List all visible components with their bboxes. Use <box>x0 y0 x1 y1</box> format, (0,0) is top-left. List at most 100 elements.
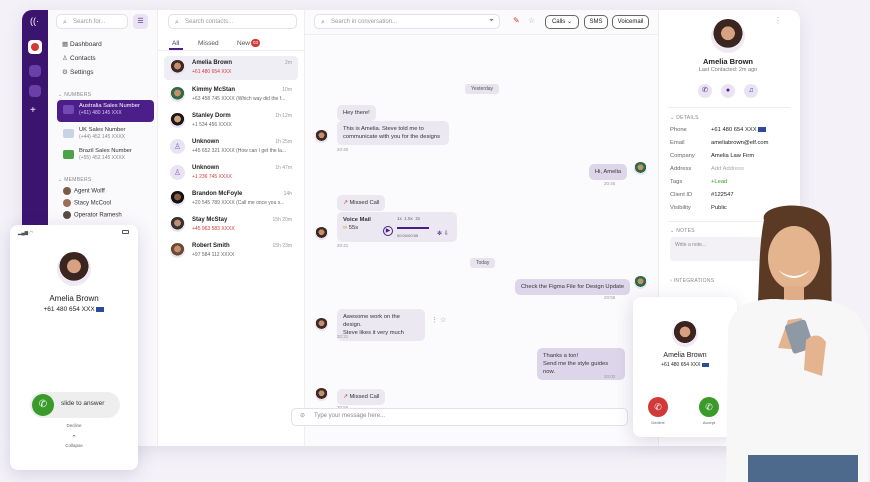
attach-icon[interactable]: ⊘ <box>300 412 305 419</box>
member-item[interactable]: Stacy McCool <box>63 199 111 207</box>
call-button[interactable]: ✆ <box>698 84 712 98</box>
voicemail-player[interactable]: Voice Mail ∞ 55s ▶ 00:00/00:55 1x 1.5x 2x… <box>337 212 457 242</box>
contact-row[interactable]: Kimmy McStan +63 458 745 XXXX (Which way … <box>164 83 298 107</box>
user-icon: ♙ <box>170 139 185 154</box>
avatar <box>170 113 185 128</box>
message-time: 20:40 <box>337 147 349 152</box>
sidebar-search-input[interactable]: ⌕ Search for... <box>56 14 128 29</box>
contact-row[interactable]: Stanley Dorm +1 534 456 XXXX 1h 12m <box>164 109 298 133</box>
add-address-field[interactable]: Add Address <box>711 166 744 172</box>
detail-label: Phone <box>670 127 687 133</box>
accept-button[interactable]: ✆ <box>699 397 719 417</box>
logo-icon: ((· <box>30 16 39 26</box>
transcribe-icon: ✻ ⇩ <box>437 231 449 237</box>
message-time: 20:02 <box>604 374 616 379</box>
chevron-up-icon[interactable]: ⌃ <box>10 434 138 442</box>
integrations-header: › INTEGRATIONS <box>670 278 715 284</box>
message-time: 20:55 <box>604 295 616 300</box>
uk-flag-icon <box>63 129 74 138</box>
message-incoming: This is Amelia. Steve told me to communic… <box>337 121 449 145</box>
search-icon: ⌕ <box>321 19 325 26</box>
member-item[interactable]: Agent Wolff <box>63 187 105 195</box>
notify-button[interactable]: ♫ <box>744 84 758 98</box>
avatar <box>315 388 328 401</box>
collapse-label[interactable]: Collapse <box>10 443 138 448</box>
divider <box>305 34 658 35</box>
contact-row[interactable]: ♙ Unknown +45 652 321 XXXX (How can I get … <box>164 135 298 159</box>
voicemail-icon: ∞ <box>343 225 348 231</box>
workspace-3-icon[interactable] <box>29 85 41 97</box>
nav-dashboard[interactable]: ▦ Dashboard <box>62 40 102 48</box>
detail-value: +61 480 654 XXX <box>711 127 767 133</box>
battery-icon <box>122 230 129 234</box>
tab-new[interactable]: New <box>237 40 250 47</box>
pin-icon[interactable]: ✎ <box>513 16 520 25</box>
more-icon[interactable]: ⋮ <box>774 16 782 25</box>
message-button[interactable]: ● <box>721 84 735 98</box>
member-item[interactable]: Operator Ramesh <box>63 211 122 219</box>
nav-settings[interactable]: ⚙ Settings <box>62 68 94 76</box>
contact-row[interactable]: Stay McStay +45 963 583 XXXX 15h 20m <box>164 213 298 237</box>
message-time: 20:46 <box>604 181 616 186</box>
number-brazil[interactable]: Brazil Sales Number (+55) 452 145 XXXX <box>57 145 154 167</box>
woman-with-phone-photo <box>726 205 868 482</box>
slide-to-answer[interactable]: ✆ slide to answer <box>30 392 120 418</box>
voicemail-button[interactable]: Voicemail <box>612 15 649 29</box>
add-workspace-icon[interactable]: + <box>30 105 36 116</box>
progress-bar[interactable] <box>397 227 429 229</box>
avatar <box>170 191 185 206</box>
avatar <box>634 276 647 289</box>
tab-missed[interactable]: Missed <box>198 40 219 47</box>
decline-button[interactable]: ✆ <box>648 397 668 417</box>
divider <box>158 50 304 51</box>
tag-chip[interactable]: +Lead <box>711 179 727 185</box>
phone-icon <box>63 105 74 114</box>
status-bar: ▂▄▆ ◠ <box>18 230 34 235</box>
caller-number: +61 480 654 XXX <box>10 306 138 313</box>
filter-icon: ⏷ <box>489 18 494 24</box>
avatar <box>170 217 185 232</box>
phone-icon[interactable]: ✆ <box>32 394 54 416</box>
avatar <box>170 243 185 258</box>
calls-dropdown[interactable]: Calls ⌄ <box>545 15 579 29</box>
workspace-icon[interactable] <box>28 40 42 54</box>
avatar <box>315 130 328 143</box>
more-icon[interactable]: ⋮ ☆ <box>431 316 446 324</box>
detail-value[interactable]: ameliabrown@elf.com <box>711 140 768 146</box>
play-icon[interactable]: ▶ <box>383 226 393 236</box>
number-uk[interactable]: UK Sales Number (+44) 452 145 XXXX <box>57 124 154 146</box>
gear-icon: ⚙ <box>62 69 68 76</box>
date-separator: Yesterday <box>465 84 500 94</box>
dashboard-icon: ▦ <box>62 41 69 48</box>
contacts-search-input[interactable]: ⌕ Search contacts... <box>168 14 297 29</box>
message-incoming: Hey there! <box>337 105 376 121</box>
sms-button[interactable]: SMS <box>584 15 608 29</box>
star-icon[interactable]: ☆ <box>528 16 535 25</box>
nav-contacts[interactable]: ♙ Contacts <box>62 54 96 62</box>
search-icon: ⌕ <box>63 19 67 26</box>
search-icon: ⌕ <box>175 19 179 26</box>
message-outgoing: Check the Figma File for Design Update <box>515 279 631 295</box>
contact-row[interactable]: Robert Smith +97 584 112 XXXX 15h 23m <box>164 239 298 263</box>
decline-label[interactable]: Decline <box>10 423 138 428</box>
contact-row[interactable]: Amelia Brown +61 480 654 XXX 2m <box>164 56 298 80</box>
detail-value: #122547 <box>711 192 734 198</box>
australia-flag-icon <box>758 127 767 132</box>
avatar <box>672 321 698 347</box>
date-separator: Today <box>470 258 496 268</box>
workspace-2-icon[interactable] <box>29 65 41 77</box>
tab-all[interactable]: All <box>172 40 179 47</box>
conversation-search-input[interactable]: ⌕ Search in conversation... ⏷ <box>314 14 500 29</box>
message-incoming: Awesome work on the design. Steve likes i… <box>337 309 425 341</box>
message-input[interactable]: ⊘ Type your message here... <box>291 408 628 426</box>
filter-button[interactable]: ☰ <box>133 14 148 29</box>
missed-call-chip: ↗ Missed Call <box>337 195 386 211</box>
contact-row[interactable]: ♙ Unknown +1 236 745 XXXX 1h 47m <box>164 161 298 185</box>
avatar <box>170 60 185 75</box>
divider <box>668 107 790 108</box>
contact-row[interactable]: Brandon McFoyle +20 545 789 XXXX (Call me… <box>164 187 298 211</box>
avatar <box>63 211 71 219</box>
avatar <box>63 187 71 195</box>
brazil-flag-icon <box>63 150 74 159</box>
number-australia[interactable]: Australia Sales Number (+61) 480 145 XXX <box>57 100 154 122</box>
